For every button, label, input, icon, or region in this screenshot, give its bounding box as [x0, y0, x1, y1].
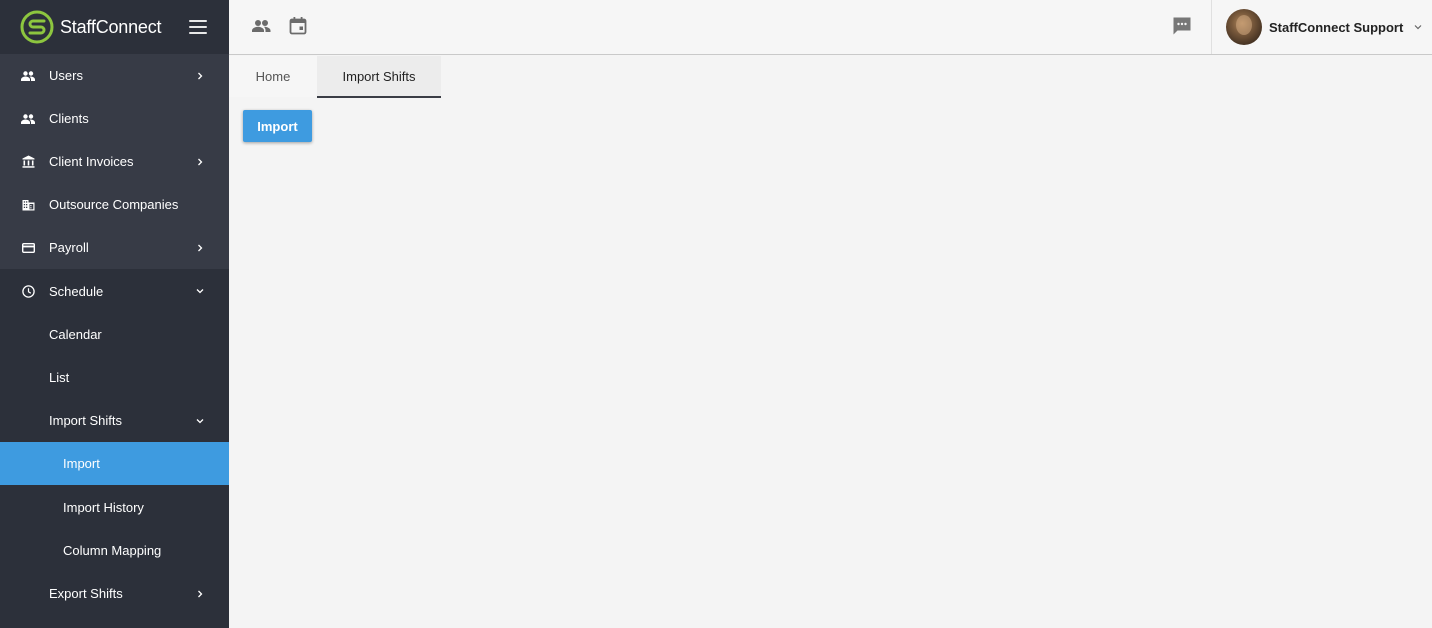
sidebar-item-client-invoices[interactable]: Client Invoices	[0, 140, 229, 183]
chat-icon[interactable]	[1170, 14, 1194, 38]
chevron-down-icon	[196, 418, 204, 423]
sidebar-item-payroll[interactable]: Payroll	[0, 226, 229, 269]
sidebar-item-label: Import	[63, 456, 100, 471]
card-icon	[20, 240, 36, 256]
sidebar-item-label: Payroll	[49, 240, 89, 255]
clock-icon	[20, 283, 36, 299]
sidebar-item-label: Client Invoices	[49, 154, 134, 169]
building-icon	[20, 197, 36, 213]
sidebar-item-label: Users	[49, 68, 83, 83]
people-icon	[20, 111, 36, 127]
people-icon[interactable]	[250, 15, 272, 37]
staffconnect-logo-icon	[20, 10, 54, 44]
import-button[interactable]: Import	[243, 110, 312, 142]
sidebar-item-label: Clients	[49, 111, 89, 126]
sidebar-item-calendar[interactable]: Calendar	[0, 313, 229, 356]
sidebar: StaffConnect Users Clients Client Invoic…	[0, 0, 229, 628]
sidebar-item-label: Calendar	[49, 327, 102, 342]
brand-name: StaffConnect	[60, 16, 162, 37]
avatar	[1226, 9, 1262, 45]
sidebar-item-label: Schedule	[49, 283, 104, 299]
calendar-icon[interactable]	[287, 15, 309, 37]
chevron-down-icon	[1414, 25, 1422, 30]
tab-bar: Home Import Shifts	[229, 56, 441, 98]
menu-toggle-icon[interactable]	[189, 20, 207, 34]
sidebar-item-label: Import Shifts	[49, 413, 122, 428]
chevron-right-icon	[198, 158, 203, 165]
sidebar-item-import-shifts[interactable]: Import Shifts	[0, 399, 229, 442]
sidebar-nav: Users Clients Client Invoices Outsource …	[0, 54, 229, 615]
sidebar-item-import-history[interactable]: Import History	[0, 485, 229, 529]
bank-icon	[20, 154, 36, 170]
tab-home[interactable]: Home	[229, 56, 317, 97]
user-menu[interactable]: StaffConnect Support	[1226, 8, 1423, 46]
sidebar-item-label: Import History	[63, 499, 144, 515]
brand-header: StaffConnect	[0, 0, 229, 54]
sidebar-item-column-mapping[interactable]: Column Mapping	[0, 529, 229, 572]
sidebar-item-schedule[interactable]: Schedule	[0, 269, 229, 313]
sidebar-item-list[interactable]: List	[0, 356, 229, 399]
main-content: Import	[229, 98, 1432, 628]
chevron-right-icon	[198, 244, 203, 251]
chevron-right-icon	[198, 72, 203, 79]
sidebar-item-label: Column Mapping	[63, 543, 162, 558]
chevron-down-icon	[196, 289, 204, 294]
sidebar-item-clients[interactable]: Clients	[0, 97, 229, 140]
user-name: StaffConnect Support	[1269, 19, 1404, 35]
sidebar-item-users[interactable]: Users	[0, 54, 229, 97]
chevron-right-icon	[198, 590, 203, 597]
sidebar-item-outsource-companies[interactable]: Outsource Companies	[0, 183, 229, 226]
top-bar: StaffConnect Support	[229, 0, 1432, 55]
tab-import-shifts[interactable]: Import Shifts	[317, 56, 441, 98]
sidebar-item-export-shifts[interactable]: Export Shifts	[0, 572, 229, 615]
sidebar-item-label: List	[49, 370, 70, 385]
sidebar-item-import[interactable]: Import	[0, 442, 229, 485]
topbar-divider	[1211, 0, 1212, 54]
people-icon	[20, 68, 36, 84]
sidebar-item-label: Outsource Companies	[49, 197, 179, 212]
sidebar-item-label: Export Shifts	[49, 586, 123, 601]
